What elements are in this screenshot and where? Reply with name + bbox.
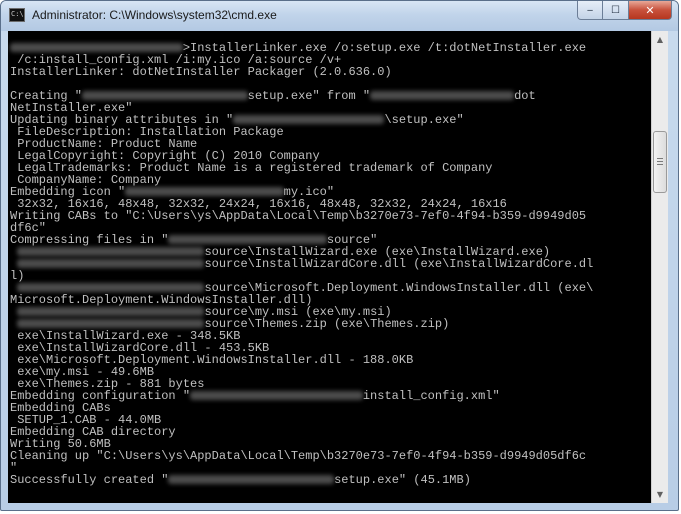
console-line: Successfully created "xxxxxxxxxxxxxxxxxx… [10,474,651,486]
console-line: xxxxxxxxxxxxxxxxxxxxxxxxxxsource\Install… [10,258,651,270]
window-title: Administrator: C:\Windows\system32\cmd.e… [32,8,277,22]
redacted-path: xxxxxxxxxxxxxxxxxxxxxx [168,235,327,245]
scroll-up-icon: ▲ [656,35,664,44]
minimize-button[interactable]: ‒ [577,1,603,20]
title-bar[interactable]: C:\ Administrator: C:\Windows\system32\c… [1,1,678,31]
console-text-segment: \setup.exe" [384,113,464,127]
cmd-window: C:\ Administrator: C:\Windows\system32\c… [0,0,679,511]
console-text: C:\x\xxx xxxxxxxxxx\xxxx>InstallerLinker… [8,31,651,486]
redacted-path: x\xxx xxxxxxxxxxxxxxxx\ [82,91,248,101]
redacted-path: xxxxxxxxxxxxxxxxxxxxxx [125,187,284,197]
redacted-path: xxxxxxxxxxxxxxxxxxxxxxxxxx [17,283,205,293]
maximize-icon: ☐ [611,4,620,16]
maximize-button[interactable]: ☐ [603,1,629,20]
scroll-thumb[interactable] [653,131,667,193]
console-line: Cleaning up "C:\Users\ys\AppData\Local\T… [10,450,651,462]
console-text-segment: source\Themes.zip (exe\Themes.zip) [204,317,450,331]
console-line: Writing CABs to "C:\Users\ys\AppData\Loc… [10,210,651,222]
scroll-down-icon: ▼ [656,490,664,499]
vertical-scrollbar[interactable]: ▲ ▼ [651,31,668,503]
caption-buttons: ‒ ☐ ✕ [577,1,672,21]
cmd-icon[interactable]: C:\ [9,8,25,22]
redacted-path: xxxxxxxxxxxxxxxxxxxxxxxxxx [17,259,205,269]
close-icon: ✕ [645,3,655,17]
console-line: InstallerLinker: dotNetInstaller Package… [10,66,651,78]
scroll-up-button[interactable]: ▲ [652,31,668,48]
redacted-path: xxxxxxxxxxxxxxxxxxxxx [233,115,385,125]
redacted-path: C:\x\xxx xxxxxxxxxx\xxxx [10,43,183,53]
console-text-segment: setup.exe" (45.1MB) [334,473,471,487]
minimize-icon: ‒ [586,4,594,16]
console-line: Creating "x\xxx xxxxxxxxxxxxxxxx\setup.e… [10,90,651,102]
console-line: xxxxxxxxxxxxxxxxxxxxxxxxxxsource\Microso… [10,282,651,294]
console-text-segment: InstallerLinker: dotNetInstaller Package… [10,65,392,79]
redacted-path: xxxxxxxxxxxxxxxxxxxxxxxx [190,391,363,401]
console-text-segment: Successfully created " [10,473,169,487]
close-button[interactable]: ✕ [629,1,672,20]
console-text-segment: Cleaning up "C:\Users\ys\AppData\Local\T… [10,449,587,463]
scroll-grip-line [657,161,663,162]
redacted-path: xxxxxxxxxxxxxxxxxxxxxxxxxx [17,319,205,329]
redacted-path: xxxxxxxxxxxxxxxxxxxx [370,91,515,101]
console-text-segment: source\InstallWizardCore.dll (exe\Instal… [204,257,594,271]
console-text-segment: Compressing files in " [10,233,169,247]
console-output[interactable]: C:\x\xxx xxxxxxxxxx\xxxx>InstallerLinker… [8,31,651,503]
console-text-segment: install_config.xml" [362,389,500,403]
console-text-segment: dot [514,89,536,103]
redacted-path: xxxxxxxxxxxxxxxxxxxxxxx [168,475,335,485]
console-text-segment: Writing CABs to "C:\Users\ys\AppData\Loc… [10,209,587,223]
scroll-grip-line [657,164,663,165]
redacted-path: xxxxxxxxxxxxxxxxxxxxxxxxxx [17,307,205,317]
console-text-segment: setup.exe" from " [247,89,371,103]
redacted-path: xxxxxxxxxxxxxxxxxxxxxxxxxx [17,247,205,257]
scroll-down-button[interactable]: ▼ [652,486,668,503]
console-line: xxxxxxxxxxxxxxxxxxxxxxxxxxsource\Themes.… [10,318,651,330]
scroll-grip-line [657,158,663,159]
